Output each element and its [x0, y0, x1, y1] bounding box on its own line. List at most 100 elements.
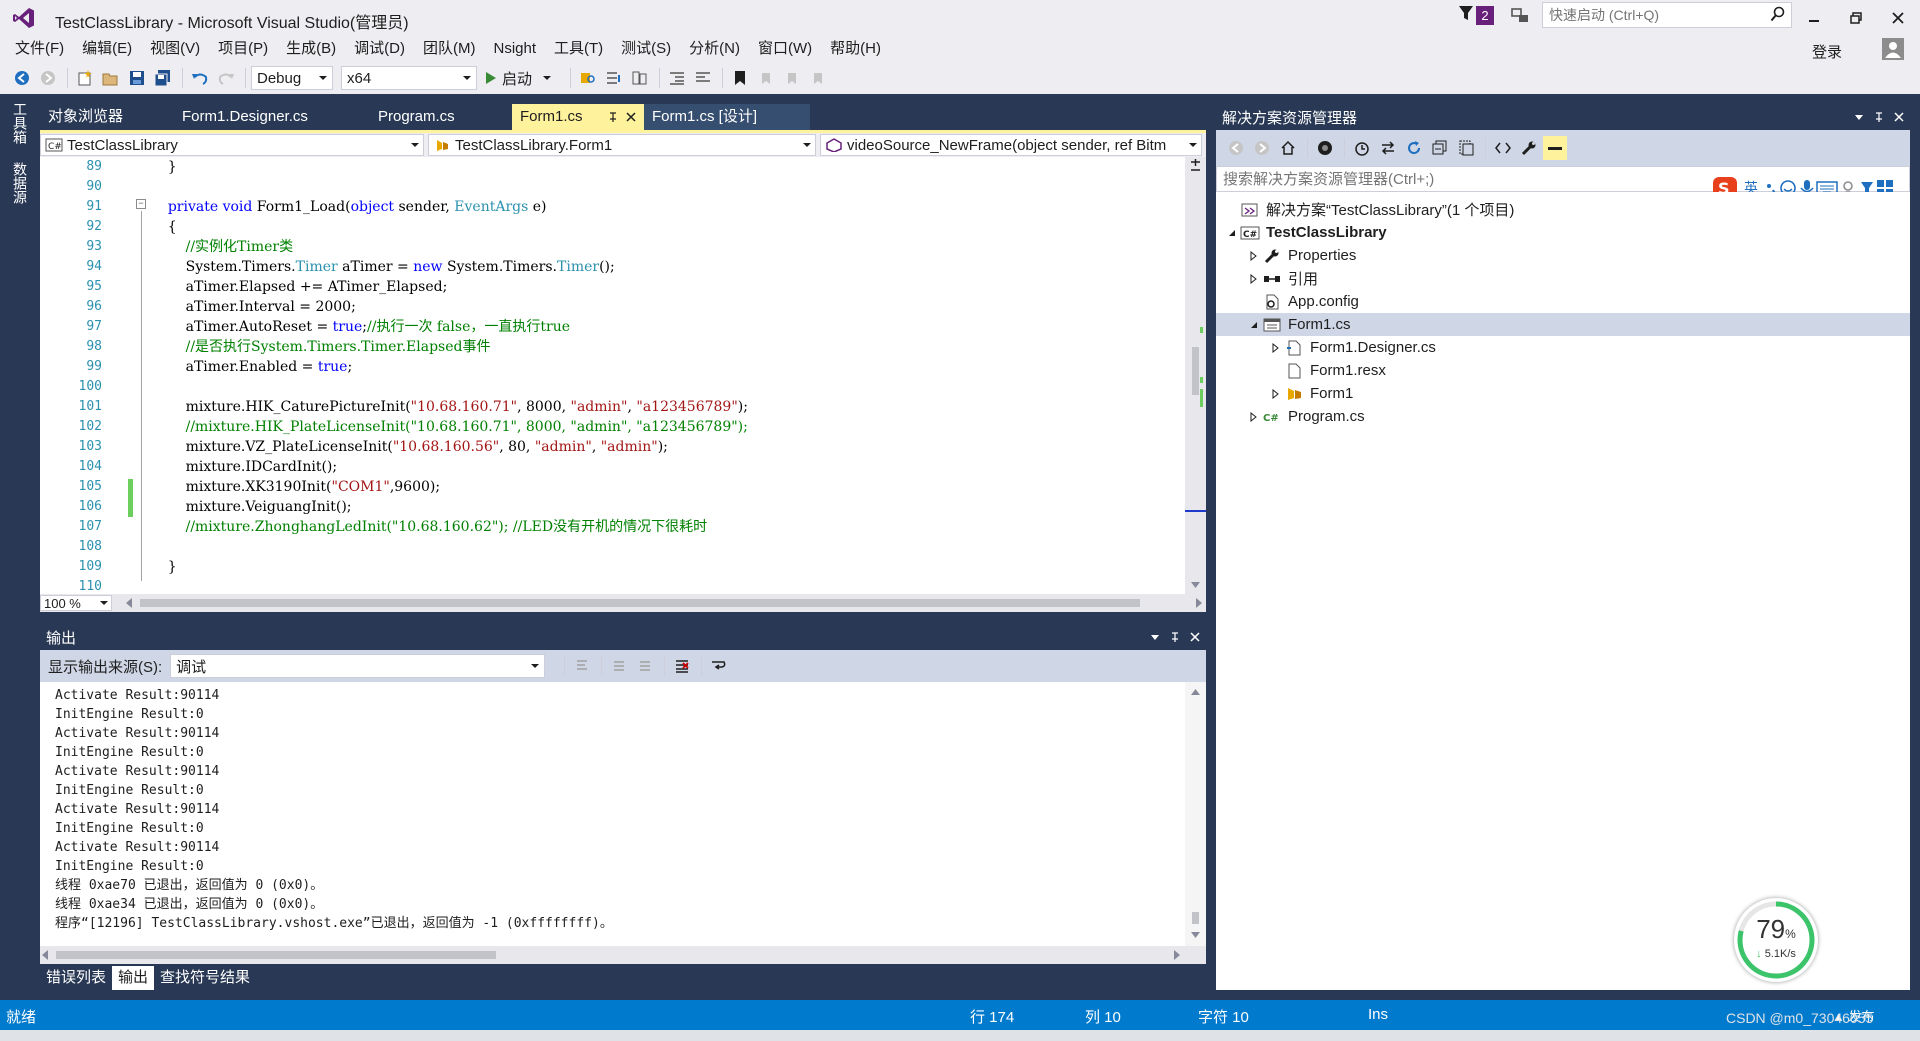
tab-form1-designer-cs[interactable]: Form1.Designer.cs: [174, 104, 370, 130]
navigate-forward-icon[interactable]: [36, 66, 60, 90]
pin-icon[interactable]: [1170, 631, 1180, 643]
minimize-button[interactable]: [1796, 5, 1832, 31]
menu-view[interactable]: 视图(V): [141, 36, 209, 62]
sync-with-document-icon[interactable]: [1376, 136, 1400, 160]
switch-views-icon[interactable]: [1313, 136, 1337, 160]
network-speed-widget[interactable]: 79% ↓ 5.1K/s: [1734, 898, 1818, 982]
tree-item-form1-resx[interactable]: Form1.resx: [1268, 359, 1386, 382]
notification-count-badge[interactable]: 2: [1476, 6, 1494, 25]
tree-item-project[interactable]: C# TestClassLibrary: [1224, 221, 1387, 244]
menu-analyze[interactable]: 分析(N): [680, 36, 749, 62]
properties-wrench-icon[interactable]: [1517, 136, 1541, 160]
class-dropdown[interactable]: TestClassLibrary.Form1: [428, 134, 816, 156]
clear-bookmarks-icon[interactable]: [806, 66, 830, 90]
toggle-word-wrap-icon[interactable]: [707, 654, 731, 678]
tree-item-form1-class[interactable]: Form1: [1268, 382, 1353, 405]
home-icon[interactable]: [1276, 136, 1300, 160]
account-icon[interactable]: [1882, 38, 1904, 60]
tab-object-browser[interactable]: 对象浏览器: [40, 104, 174, 130]
menu-file[interactable]: 文件(F): [6, 36, 73, 62]
collapsed-arrow-icon[interactable]: [1268, 342, 1284, 353]
menu-debug[interactable]: 调试(D): [345, 36, 414, 62]
undo-icon[interactable]: [188, 66, 212, 90]
expanded-arrow-icon[interactable]: [1224, 229, 1240, 237]
close-tab-icon[interactable]: [626, 112, 636, 122]
feedback-icon[interactable]: [1510, 6, 1530, 26]
panel-menu-icon[interactable]: [1854, 113, 1864, 121]
find-message-icon[interactable]: [570, 654, 594, 678]
datasource-tab[interactable]: 数据源: [10, 162, 30, 204]
tree-item-solution[interactable]: 解决方案“TestClassLibrary”(1 个项目): [1224, 198, 1514, 221]
member-dropdown[interactable]: videoSource_NewFrame(object sender, ref …: [820, 134, 1202, 156]
tree-item-app-config[interactable]: App.config: [1246, 290, 1359, 313]
previous-bookmark-icon[interactable]: [754, 66, 778, 90]
quick-launch-box[interactable]: [1542, 2, 1792, 28]
pending-changes-filter-icon[interactable]: [1350, 136, 1374, 160]
output-vertical-scrollbar[interactable]: [1185, 682, 1206, 946]
step-over-icon[interactable]: [628, 66, 652, 90]
menu-window[interactable]: 窗口(W): [749, 36, 821, 62]
preview-selected-items-icon[interactable]: [1543, 136, 1567, 160]
clear-all-icon[interactable]: [670, 654, 694, 678]
new-project-icon[interactable]: [73, 66, 97, 90]
collapsed-arrow-icon[interactable]: [1246, 273, 1262, 284]
zoom-dropdown[interactable]: 100 %: [40, 595, 112, 611]
indent-icon[interactable]: [665, 66, 689, 90]
output-text-area[interactable]: Activate Result:90114 InitEngine Result:0…: [40, 682, 1206, 964]
collapse-all-icon[interactable]: [1428, 136, 1452, 160]
tree-item-properties[interactable]: Properties: [1246, 244, 1356, 267]
start-debugging-button[interactable]: 启动: [485, 68, 557, 89]
comment-lines-icon[interactable]: [691, 66, 715, 90]
next-message-icon[interactable]: [633, 654, 657, 678]
output-source-dropdown[interactable]: 调试: [170, 654, 546, 678]
login-link[interactable]: 登录: [1812, 41, 1842, 62]
project-dropdown[interactable]: C# TestClassLibrary: [40, 134, 424, 156]
bookmark-icon[interactable]: [728, 66, 752, 90]
solution-search-input[interactable]: [1217, 167, 1697, 191]
tab-program-cs[interactable]: Program.cs: [370, 104, 512, 130]
collapsed-arrow-icon[interactable]: [1246, 250, 1262, 261]
solution-configuration-dropdown[interactable]: Debug: [251, 66, 333, 90]
back-icon[interactable]: [1224, 136, 1248, 160]
menu-edit[interactable]: 编辑(E): [73, 36, 141, 62]
redo-icon[interactable]: [214, 66, 238, 90]
close-panel-icon[interactable]: [1894, 112, 1904, 122]
forward-icon[interactable]: [1250, 136, 1274, 160]
editor-horizontal-scrollbar[interactable]: [124, 594, 1204, 612]
collapsed-arrow-icon[interactable]: [1268, 388, 1284, 399]
editor-vertical-scrollbar[interactable]: [1185, 157, 1206, 594]
tab-output[interactable]: 输出: [112, 966, 155, 990]
close-panel-icon[interactable]: [1190, 632, 1200, 642]
quick-launch-input[interactable]: [1543, 3, 1758, 27]
tab-error-list[interactable]: 错误列表: [40, 966, 112, 990]
search-icon[interactable]: [1770, 6, 1786, 22]
save-icon[interactable]: [125, 66, 149, 90]
panel-menu-icon[interactable]: [1150, 633, 1160, 641]
menu-project[interactable]: 项目(P): [209, 36, 277, 62]
next-bookmark-icon[interactable]: [780, 66, 804, 90]
tree-item-form1-cs[interactable]: Form1.cs: [1216, 313, 1910, 336]
navigate-back-icon[interactable]: [10, 66, 34, 90]
pin-icon[interactable]: [608, 111, 618, 123]
tab-form1-cs-design[interactable]: Form1.cs [设计]: [644, 104, 810, 130]
notification-flag-icon[interactable]: [1458, 4, 1474, 22]
show-all-files-icon[interactable]: [1454, 136, 1478, 160]
toolbox-tab[interactable]: 工具箱: [10, 102, 30, 144]
menu-test[interactable]: 测试(S): [612, 36, 680, 62]
menu-nsight[interactable]: Nsight: [484, 36, 545, 62]
expanded-arrow-icon[interactable]: [1246, 321, 1262, 329]
tab-find-symbol-results[interactable]: 查找符号结果: [154, 966, 256, 990]
view-code-icon[interactable]: [1491, 136, 1515, 160]
step-into-icon[interactable]: [602, 66, 626, 90]
menu-team[interactable]: 团队(M): [414, 36, 485, 62]
collapse-region-button[interactable]: −: [136, 199, 146, 209]
pin-icon[interactable]: [1874, 111, 1884, 123]
solution-platform-dropdown[interactable]: x64: [341, 66, 477, 90]
restore-button[interactable]: [1838, 5, 1874, 31]
collapsed-arrow-icon[interactable]: [1246, 411, 1262, 422]
menu-help[interactable]: 帮助(H): [821, 36, 890, 62]
menu-build[interactable]: 生成(B): [277, 36, 345, 62]
tree-item-program-cs[interactable]: C# Program.cs: [1246, 405, 1365, 428]
tab-form1-cs[interactable]: Form1.cs: [512, 104, 644, 130]
close-window-button[interactable]: [1880, 5, 1916, 31]
